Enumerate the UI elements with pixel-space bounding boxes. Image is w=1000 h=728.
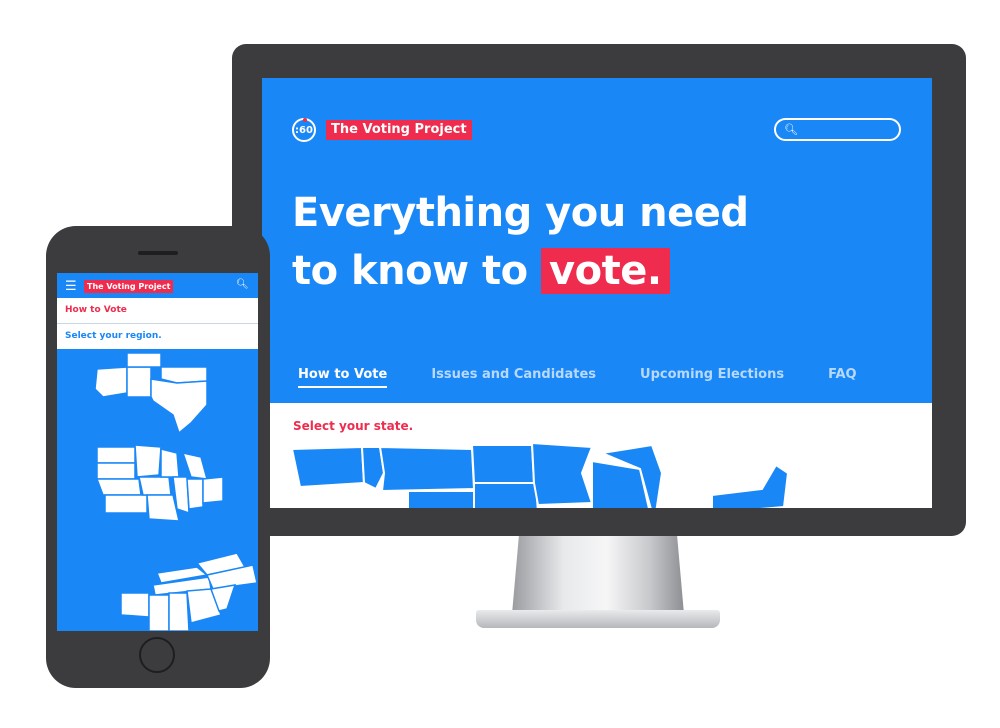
tab-faq[interactable]: FAQ [828, 367, 857, 388]
region-map-list[interactable] [57, 353, 258, 631]
phone-screen: ☰ The Voting Project 🔍︎ How to Vote Sele… [57, 273, 258, 631]
monitor-stand [512, 536, 684, 614]
main-nav-tabs: How to Vote Issues and Candidates Upcomi… [298, 367, 901, 388]
map-state-mn [134, 444, 162, 478]
map-state-wi [160, 448, 180, 478]
hero-line-2-prefix: to know to [292, 248, 528, 294]
brand-logo[interactable]: The Voting Project [326, 120, 472, 140]
map-state-south-dakota [473, 482, 539, 508]
map-state-mo [146, 494, 180, 522]
map-state-ks [104, 494, 148, 514]
tab-how-to-vote[interactable]: How to Vote [298, 367, 388, 388]
logo-60-icon[interactable]: :60 [292, 118, 316, 142]
map-state-ar [120, 592, 150, 618]
desktop-screen: :60 The Voting Project 🔍︎ Everything you… [262, 78, 932, 508]
phone-region-prompt: Select your region. [57, 324, 258, 349]
logo-badge-text: :60 [295, 125, 313, 136]
region-southeast [120, 552, 258, 631]
region-southwest [94, 353, 208, 435]
map-state-tx [150, 378, 208, 435]
map-state-wyoming [407, 490, 475, 508]
us-state-map[interactable] [292, 443, 912, 508]
search-icon[interactable]: 🔍︎ [236, 279, 249, 290]
map-state-ia [138, 476, 172, 496]
map-state-mi [181, 451, 209, 480]
tab-issues-and-candidates[interactable]: Issues and Candidates [431, 367, 596, 388]
map-state-co [126, 353, 162, 368]
map-state-nm [126, 366, 152, 398]
map-state-northeast [711, 463, 790, 508]
map-state-minnesota [530, 443, 594, 507]
map-state-in [186, 478, 204, 510]
map-state-north-dakota [470, 444, 536, 484]
phone-home-button[interactable] [139, 637, 175, 673]
hero-line-1: Everything you need [292, 190, 749, 236]
map-state-ne [95, 478, 142, 496]
map-state-montana [378, 445, 476, 493]
map-state-az [94, 366, 128, 398]
region-midwest [95, 444, 224, 522]
map-state-sd [96, 462, 136, 480]
phone-nav-how-to-vote[interactable]: How to Vote [57, 298, 258, 323]
hero-heading: Everything you need to know to vote. [292, 184, 749, 300]
section-title: Select your state. [293, 419, 414, 433]
map-state-washington [292, 445, 366, 489]
phone-speaker [138, 251, 178, 255]
state-selector-panel: Select your state. [262, 403, 932, 508]
map-state-nd [96, 446, 136, 464]
map-state-ms [148, 594, 170, 631]
map-state-oh [202, 476, 224, 504]
tab-upcoming-elections[interactable]: Upcoming Elections [640, 367, 784, 388]
search-icon: 🔍︎ [784, 123, 798, 136]
hero-line-2: to know to vote. [292, 242, 749, 300]
hamburger-icon[interactable]: ☰ [65, 280, 77, 293]
search-input[interactable]: 🔍︎ [774, 118, 901, 141]
logo-dot [303, 118, 307, 122]
hero-highlight: vote. [541, 248, 670, 294]
monitor-base [476, 610, 720, 628]
phone-brand-logo[interactable]: The Voting Project [84, 280, 174, 293]
map-state-ok [160, 366, 208, 384]
map-state-al [168, 592, 190, 631]
